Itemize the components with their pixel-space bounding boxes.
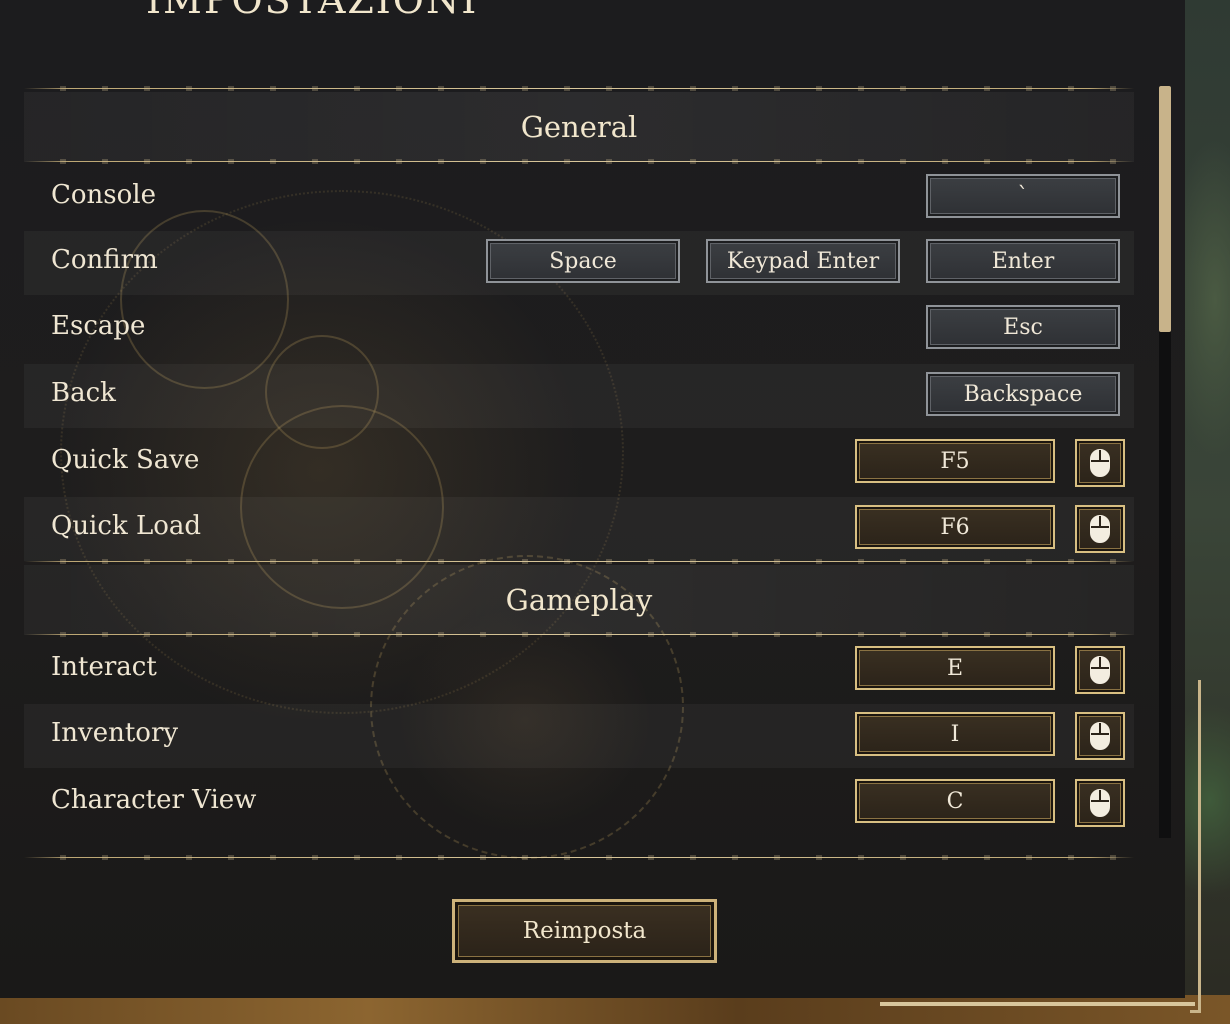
mouse-icon [1090,515,1110,543]
panel-frame-trim [880,1002,1195,1006]
mouse-icon [1090,722,1110,750]
keybind-row-quick-load: Quick Load F6 [24,497,1134,561]
keybind-label: Quick Save [51,445,200,475]
section-divider [24,855,1134,860]
mouse-icon [1090,656,1110,684]
section-header-general: General [24,92,1134,162]
keybind-label: Confirm [51,245,158,275]
key-binding-button[interactable]: Backspace [926,372,1120,416]
key-binding-button[interactable]: F5 [855,439,1055,483]
keybind-label: Escape [51,311,146,341]
section-divider [24,559,1134,564]
mouse-binding-button[interactable] [1075,779,1125,827]
mouse-icon [1090,789,1110,817]
keybind-row-interact: Interact E [24,638,1134,702]
section-divider [24,159,1134,164]
key-binding-button[interactable]: Esc [926,305,1120,349]
scrollbar-thumb[interactable] [1159,86,1171,332]
key-binding-button[interactable]: I [855,712,1055,756]
key-binding-button[interactable]: ` [926,174,1120,218]
keybind-row-character-view: Character View C [24,771,1134,835]
mouse-icon [1090,449,1110,477]
mouse-binding-button[interactable] [1075,646,1125,694]
key-binding-button[interactable]: Keypad Enter [706,239,900,283]
section-divider [24,632,1134,637]
keybind-label: Inventory [51,718,179,748]
keybind-row-back: Back Backspace [24,364,1134,428]
keybind-label: Character View [51,785,257,815]
key-binding-button[interactable]: F6 [855,505,1055,549]
keybind-row-confirm: Confirm Space Keypad Enter Enter [24,231,1134,295]
keybind-row-inventory: Inventory I [24,704,1134,768]
mouse-binding-button[interactable] [1075,439,1125,487]
key-binding-button[interactable]: Space [486,239,680,283]
key-binding-button[interactable]: C [855,779,1055,823]
section-divider [24,86,1134,91]
mouse-binding-button[interactable] [1075,505,1125,553]
page-title: IMPOSTAZIONI [146,0,479,22]
keybind-label: Quick Load [51,511,202,541]
mouse-binding-button[interactable] [1075,712,1125,760]
keybind-row-quick-save: Quick Save F5 [24,431,1134,495]
key-binding-button[interactable]: Enter [926,239,1120,283]
keybind-row-console: Console ` [24,166,1134,230]
settings-panel: IMPOSTAZIONI General Console ` Confirm S… [0,0,1185,998]
key-binding-button[interactable]: E [855,646,1055,690]
reset-button[interactable]: Reimposta [452,899,717,963]
keybind-row-escape: Escape Esc [24,297,1134,361]
panel-frame-trim [1190,680,1201,1013]
keybind-label: Console [51,180,156,210]
keybind-label: Back [51,378,116,408]
section-header-gameplay: Gameplay [24,565,1134,635]
game-world-ground [0,995,1230,1024]
keybind-label: Interact [51,652,157,682]
